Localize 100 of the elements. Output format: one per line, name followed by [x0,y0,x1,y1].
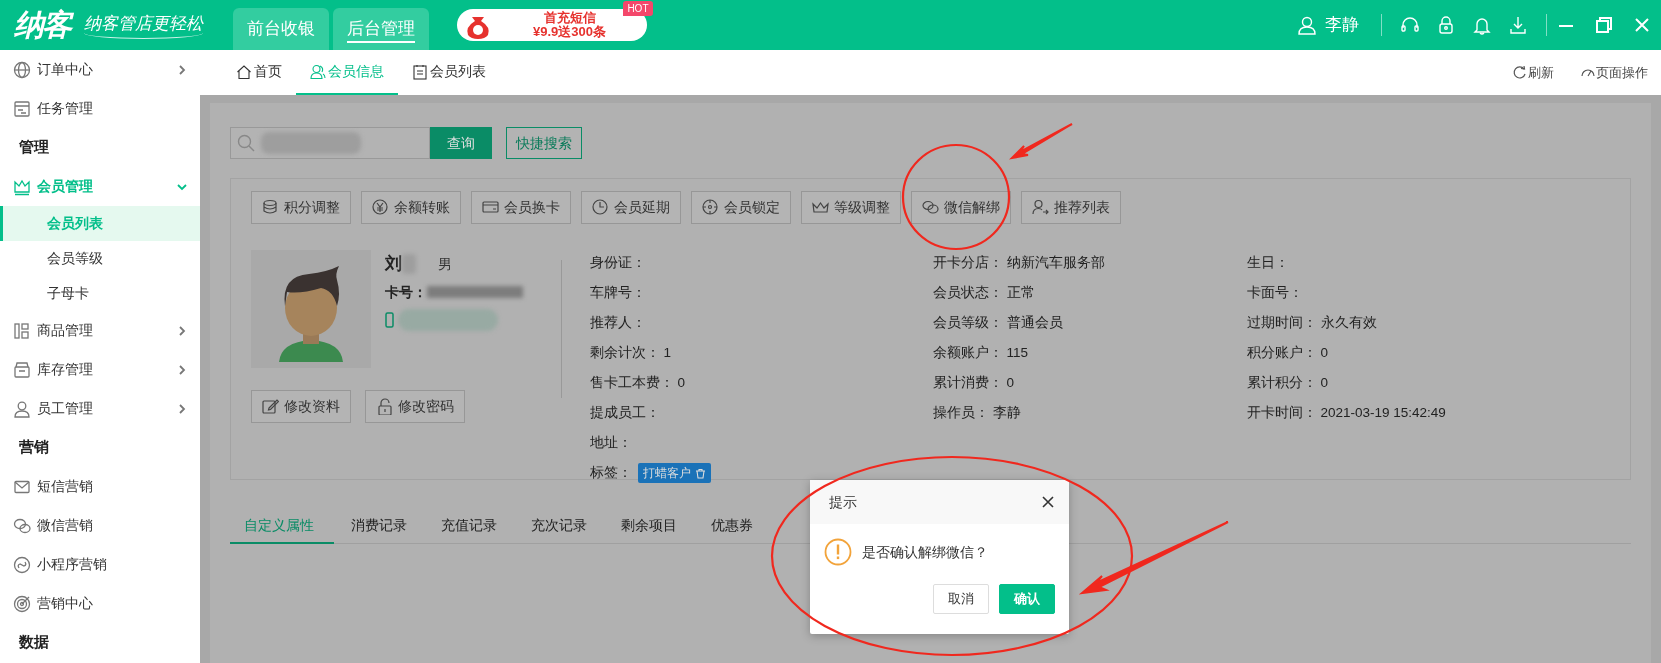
dialog-message: 是否确认解绑微信？ [862,542,988,562]
action-button[interactable]: 会员换卡 [471,191,571,224]
field-label: 会员状态： [933,283,1003,302]
action-button[interactable]: 推荐列表 [1021,191,1121,224]
field-value: 1 [663,343,671,362]
field-value: 2021-03-19 15:42:49 [1320,403,1446,422]
field-label: 提成员工： [590,403,660,422]
promo-title: 首充短信 [543,11,596,25]
member-gender: 男 [438,254,452,274]
action-button[interactable]: 会员锁定 [691,191,791,224]
field-value: 普通会员 [1006,313,1063,332]
person-arrow-icon [1032,199,1049,216]
field-label: 累计消费： [933,373,1003,392]
edit-profile-button[interactable]: 修改资料 [251,390,351,423]
yen-icon [372,199,389,216]
record-tab[interactable]: 充值记录 [424,508,514,544]
action-button[interactable]: 余额转账 [361,191,461,224]
hot-badge: HOT [623,1,653,16]
section-heading: 管理 [18,137,50,158]
sidebar-subitem[interactable]: 子母卡 [0,276,200,311]
action-button[interactable]: 积分调整 [251,191,351,224]
phone-icon [385,312,394,328]
home-icon [236,63,252,80]
close-icon[interactable] [1041,495,1055,509]
card-number-label: 卡号： [385,282,427,302]
action-button[interactable]: 等级调整 [801,191,901,224]
members-icon [310,63,326,80]
tag[interactable]: 打蜡客户 [638,463,711,483]
member-name: 刘 [385,253,402,276]
page-tab[interactable]: 首页 [222,50,296,95]
search-field[interactable] [230,127,430,159]
field-value: 0 [1320,373,1328,392]
sidebar-item[interactable]: 微信营销 [0,506,200,545]
field-label: 过期时间： [1247,313,1317,332]
sidebar-item[interactable]: 任务管理 [0,89,200,128]
coin-stack-icon [262,199,279,216]
globe-icon [13,60,31,79]
box-icon [13,360,31,379]
clipboard-icon [412,63,428,80]
action-button[interactable]: 会员延期 [581,191,681,224]
clock-icon [592,199,609,216]
sidebar-subitem[interactable]: 会员等级 [0,241,200,276]
sidebar-item[interactable]: 库存管理 [0,350,200,389]
page-tab[interactable]: 会员列表 [398,50,500,95]
record-tab[interactable]: 优惠券 [694,508,770,544]
target-icon [13,594,31,613]
action-button[interactable]: 微信解绑 [911,191,1011,224]
field-label: 售卡工本费： [590,373,674,392]
sidebar-item[interactable]: 营销中心 [0,584,200,623]
record-tab[interactable]: 充次记录 [514,508,604,544]
annotation-arrow [1009,123,1073,160]
field-label: 卡面号： [1247,283,1303,302]
crown-icon [812,199,829,216]
field-label: 生日： [1247,253,1289,272]
change-password-button[interactable]: 修改密码 [365,390,465,423]
section-heading: 营销 [18,437,50,458]
refresh-button[interactable]: 刷新 [1506,61,1560,84]
page-operations-button[interactable]: 页面操作 [1574,61,1654,84]
field-label: 积分账户： [1247,343,1317,362]
sidebar-item[interactable]: 小程序营销 [0,545,200,584]
dialog-title: 提示 [829,492,857,512]
chat-icon [922,199,939,216]
sidebar-item[interactable]: 商品管理 [0,311,200,350]
field-value: 115 [1006,343,1029,362]
crosshair-icon [702,199,719,216]
search-button[interactable]: 查询 [430,127,492,159]
chat-icon [13,516,31,535]
user-icon[interactable] [1297,15,1317,35]
field-value: 0 [677,373,685,392]
lock-icon[interactable] [1436,15,1456,35]
field-label: 开卡时间： [1247,403,1317,422]
slogan: 纳客管店更轻松 [84,10,203,40]
edit-icon [262,398,279,415]
field-value: 0 [1320,343,1328,362]
field-value: 纳新汽车服务部 [1006,253,1105,272]
record-tab[interactable]: 消费记录 [334,508,424,544]
field-value: 李静 [992,403,1021,422]
field-label: 操作员： [933,403,989,422]
bell-icon[interactable] [1472,15,1492,35]
field-label: 标签： [590,463,632,482]
person-icon [13,399,31,418]
record-tab[interactable]: 剩余项目 [604,508,694,544]
search-icon [237,134,255,152]
warning-icon [824,538,852,566]
field-value: 0 [1006,373,1014,392]
sidebar-item[interactable]: 短信营销 [0,467,200,506]
headset-icon[interactable] [1400,15,1420,35]
section-heading: 数据 [18,632,50,653]
promo-offer: ¥9.9送300条 [533,25,606,39]
link-icon [13,555,31,574]
cancel-button[interactable]: 取消 [933,584,989,614]
layout-icon [13,321,31,340]
download-icon[interactable] [1508,15,1528,35]
field-value: 永久有效 [1320,313,1377,332]
sidebar-item[interactable]: 员工管理 [0,389,200,428]
field-label: 开卡分店： [933,253,1003,272]
padlock-icon [376,398,393,415]
restore-icon[interactable] [1594,15,1614,35]
sidebar-item[interactable]: 订单中心 [0,50,200,89]
field-label: 车牌号： [590,283,646,302]
